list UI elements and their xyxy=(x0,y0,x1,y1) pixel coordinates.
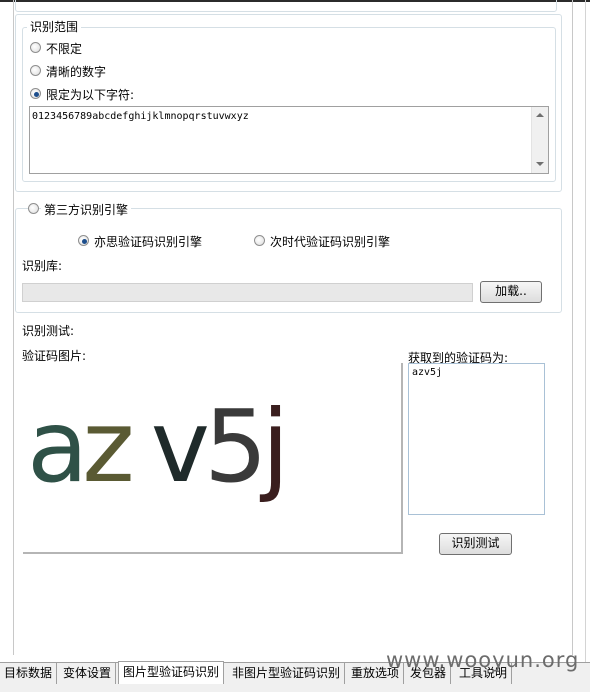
third-party-legend-wrap[interactable]: 第三方识别引擎 xyxy=(28,201,132,218)
test-title: 识别测试: xyxy=(22,324,75,338)
radio-unlimited[interactable] xyxy=(30,42,41,53)
panel-left-border xyxy=(13,0,14,655)
watermark: www.wooyun.org xyxy=(386,648,580,672)
radio-engine-yisi[interactable] xyxy=(78,235,89,246)
window-right-border xyxy=(585,0,586,692)
tab-variant-settings[interactable]: 变体设置 xyxy=(59,663,117,685)
captcha-image-text: az v5j xyxy=(27,367,290,527)
scope-option-label: 不限定 xyxy=(46,42,83,56)
result-textbox[interactable]: azv5j xyxy=(408,363,545,515)
library-label: 识别库: xyxy=(22,259,63,273)
scope-option-label: 限定为以下字符: xyxy=(46,88,135,102)
captcha-char: v xyxy=(150,388,210,505)
textarea-scrollbar[interactable] xyxy=(531,107,548,173)
load-library-button[interactable]: 加载.. xyxy=(480,281,542,303)
captcha-char: 5 xyxy=(203,388,268,505)
third-party-legend: 第三方识别引擎 xyxy=(41,201,132,218)
result-value: azv5j xyxy=(412,367,443,378)
tab-target-data[interactable]: 目标数据 xyxy=(0,663,58,685)
radio-third-party[interactable] xyxy=(28,203,39,214)
tab-image-captcha[interactable]: 图片型验证码识别 xyxy=(118,661,225,685)
scroll-down-arrow-icon[interactable] xyxy=(536,162,544,166)
allowed-chars-value: 0123456789abcdefghijklmnopqrstuvwxyz xyxy=(32,111,249,122)
engine-option-label: 亦思验证码识别引擎 xyxy=(94,235,203,249)
radio-clear-digits[interactable] xyxy=(30,65,41,76)
captcha-char: z xyxy=(82,388,134,505)
radio-limit-chars[interactable] xyxy=(30,88,41,99)
scope-legend: 识别范围 xyxy=(27,18,82,35)
scope-option-label: 清晰的数字 xyxy=(46,65,107,79)
status-strip xyxy=(0,684,590,692)
captcha-image: az v5j xyxy=(23,363,403,554)
captcha-char: a xyxy=(27,388,88,505)
tab-non-image-captcha[interactable]: 非图片型验证码识别 xyxy=(228,663,346,685)
recognize-test-button[interactable]: 识别测试 xyxy=(439,533,512,555)
allowed-chars-textarea[interactable]: 0123456789abcdefghijklmnopqrstuvwxyz xyxy=(29,106,549,174)
library-path-input[interactable] xyxy=(22,283,473,302)
captcha-image-label: 验证码图片: xyxy=(22,349,87,363)
scroll-up-arrow-icon[interactable] xyxy=(536,113,544,117)
radio-engine-cishidai[interactable] xyxy=(254,235,265,246)
panel-right-border xyxy=(572,0,573,655)
previous-group-frame xyxy=(15,0,557,12)
captcha-char: j xyxy=(261,388,290,505)
engine-option-label: 次时代验证码识别引擎 xyxy=(270,235,391,249)
